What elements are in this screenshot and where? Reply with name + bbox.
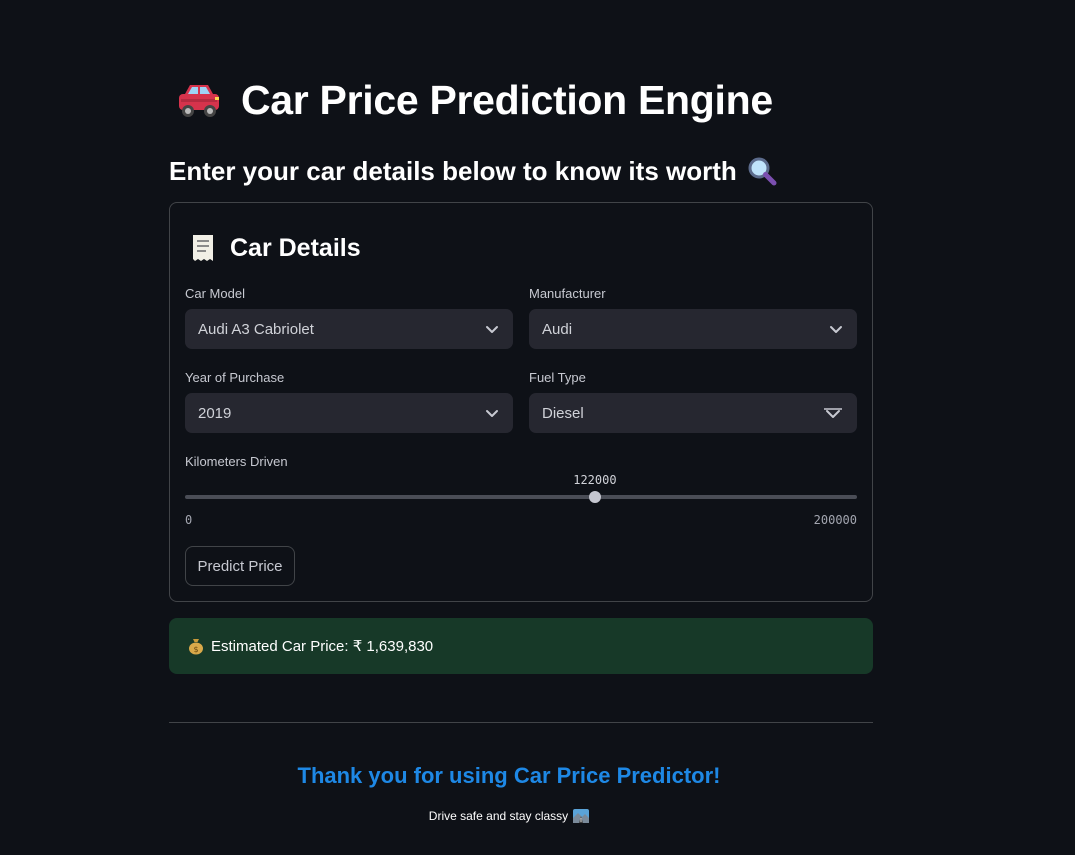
page-subtitle: Enter your car details below to know its… (169, 155, 737, 186)
chevron-down-icon (824, 408, 842, 418)
chevron-down-icon (486, 410, 498, 417)
subtitle-row: Enter your car details below to know its… (169, 154, 777, 188)
car-model-select[interactable]: Audi A3 Cabriolet (185, 309, 513, 349)
km-label: Kilometers Driven (185, 454, 288, 469)
chevron-down-icon (830, 326, 842, 333)
year-select[interactable]: 2019 (185, 393, 513, 433)
manufacturer-value: Audi (542, 320, 573, 338)
year-value: 2019 (198, 404, 232, 422)
car-model-value: Audi A3 Cabriolet (198, 320, 314, 338)
manufacturer-field: Manufacturer Audi (529, 285, 857, 349)
year-field: Year of Purchase 2019 (185, 369, 513, 433)
manufacturer-select[interactable]: Audi (529, 309, 857, 349)
page-title: Car Price Prediction Engine (241, 76, 773, 123)
result-banner: $ Estimated Car Price: ₹ 1,639,830 (169, 618, 873, 674)
car-details-form: Car Details Car Model Audi A3 Cabriolet … (169, 202, 873, 602)
fuel-type-select[interactable]: Diesel (529, 393, 857, 433)
fuel-type-value: Diesel (542, 404, 584, 422)
fuel-type-field: Fuel Type Diesel (529, 369, 857, 433)
fuel-type-label: Fuel Type (529, 370, 586, 385)
magnifying-glass-icon (747, 156, 777, 186)
km-slider-block: Kilometers Driven 122000 0 200000 (185, 453, 857, 527)
tagline-row: Drive safe and stay classy (169, 809, 849, 823)
title-row: Car Price Prediction Engine (175, 76, 773, 124)
svg-text:$: $ (193, 645, 198, 654)
car-model-field: Car Model Audi A3 Cabriolet (185, 285, 513, 349)
app-page: Car Price Prediction Engine Enter your c… (0, 0, 1075, 855)
form-title: Car Details (230, 233, 361, 262)
car-emoji-icon (175, 80, 223, 120)
money-bag-icon: $ (187, 637, 205, 655)
thanks-heading: Thank you for using Car Price Predictor! (297, 763, 721, 788)
km-slider-track[interactable] (185, 495, 857, 499)
estimated-price-text: Estimated Car Price: ₹ 1,639,830 (211, 638, 434, 655)
km-slider-max: 200000 (813, 513, 857, 527)
predict-price-button[interactable]: Predict Price (185, 546, 295, 586)
footer-divider (169, 722, 873, 723)
manufacturer-label: Manufacturer (529, 286, 606, 301)
road-scene-icon (573, 809, 590, 823)
year-label: Year of Purchase (185, 370, 285, 385)
km-slider-min: 0 (185, 513, 193, 527)
chevron-down-icon (486, 326, 498, 333)
receipt-icon (190, 233, 216, 263)
tagline-text: Drive safe and stay classy (428, 809, 569, 823)
form-header: Car Details (190, 233, 361, 263)
car-model-label: Car Model (185, 286, 245, 301)
km-slider-value: 122000 (573, 473, 617, 487)
km-slider-thumb[interactable] (588, 491, 601, 503)
